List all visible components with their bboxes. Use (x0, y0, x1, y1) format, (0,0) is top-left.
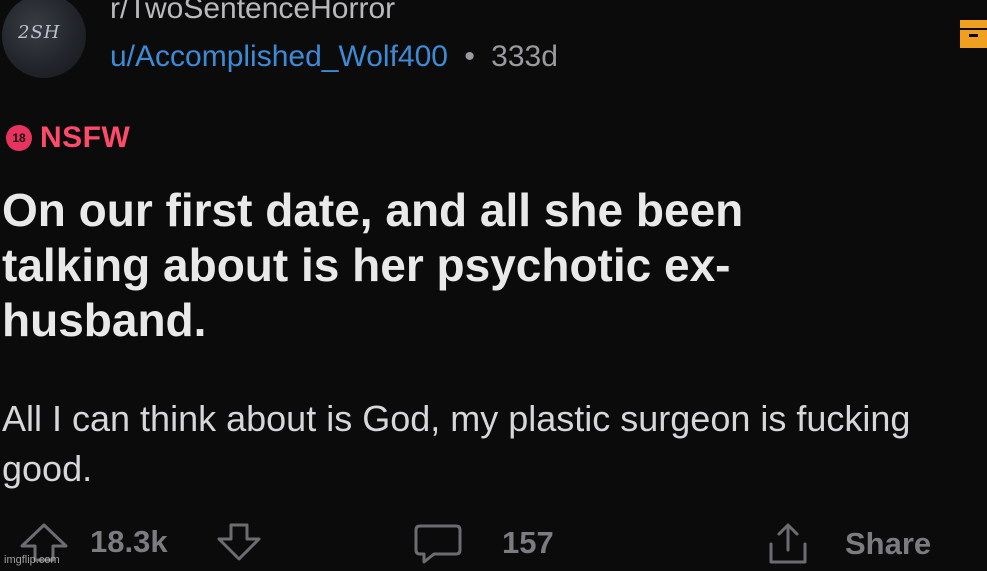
action-bar: 18.3k 157 Share (0, 520, 987, 571)
author-link[interactable]: u/Accomplished_Wolf400 (110, 40, 448, 73)
nsfw-18-badge: 18 (6, 125, 32, 151)
share-button[interactable]: Share (765, 522, 931, 566)
subreddit-name[interactable]: r/TwoSentenceHorror (110, 0, 395, 26)
nsfw-label: NSFW (40, 121, 131, 154)
post-title[interactable]: On our first date, and all she been talk… (2, 183, 842, 348)
avatar-text: 2SH (18, 22, 61, 43)
subreddit-avatar[interactable]: 2SH (2, 0, 86, 78)
post-body: All I can think about is God, my plastic… (2, 398, 911, 489)
imgflip-watermark: imgflip.com (4, 554, 60, 566)
save-icon[interactable] (960, 20, 987, 48)
share-label: Share (845, 526, 932, 561)
comment-count: 157 (502, 525, 554, 560)
post-age: 333d (491, 40, 558, 73)
meta-separator: • (464, 40, 475, 73)
post-meta: u/Accomplished_Wolf400 • 333d (110, 40, 558, 74)
nsfw-tag: 18 NSFW (6, 121, 130, 155)
comment-icon (414, 524, 462, 564)
comments-button[interactable]: 157 (412, 522, 554, 564)
vote-score: 18.3k (90, 524, 168, 559)
downvote-icon[interactable] (214, 522, 264, 562)
share-icon (769, 523, 807, 564)
